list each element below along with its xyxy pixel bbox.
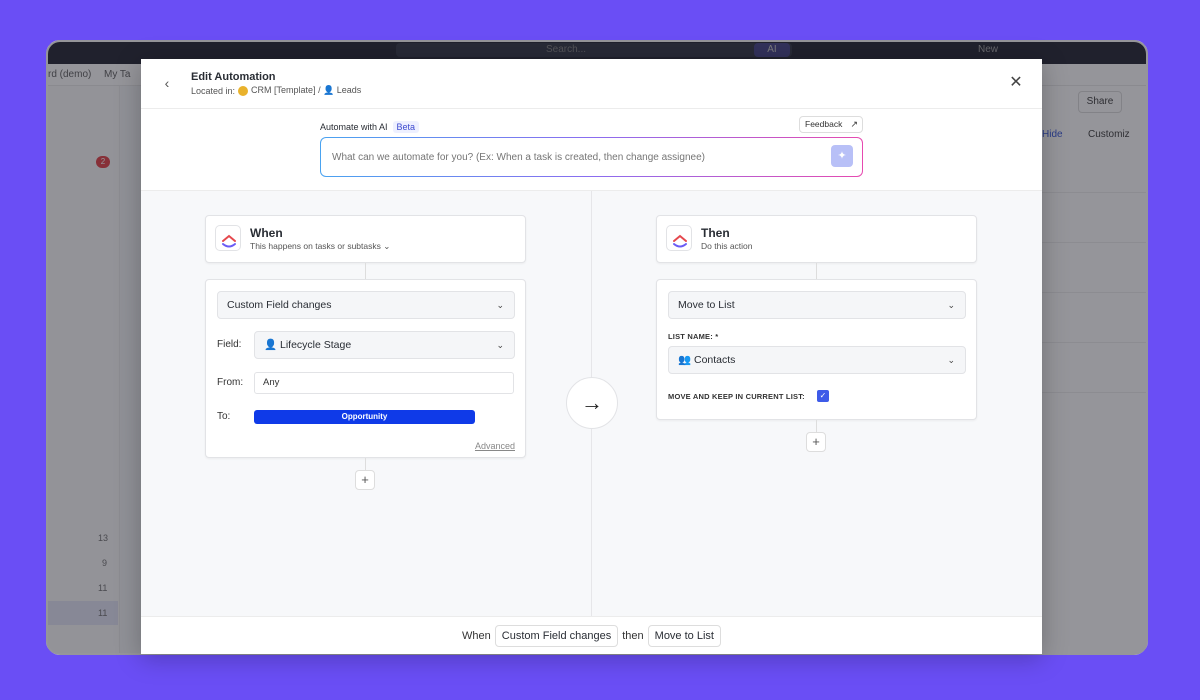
chevron-down-icon: ⌄ [496, 300, 504, 310]
clickup-logo-icon [666, 225, 692, 251]
when-header-card[interactable]: When This happens on tasks or subtasks ⌄ [205, 215, 526, 263]
connector-line [365, 263, 366, 279]
location-prefix: Located in: [191, 85, 236, 96]
beta-badge: Beta [392, 121, 420, 133]
summary-then: then [622, 629, 644, 642]
from-input[interactable]: Any [254, 372, 514, 394]
to-status-pill[interactable]: Opportunity [254, 410, 475, 424]
list-value: 👥 Contacts [678, 354, 736, 366]
edit-automation-modal: ‹ Edit Automation Located in: CRM [Templ… [141, 59, 1042, 654]
automation-summary: When Custom Field changes then Move to L… [141, 616, 1042, 654]
keep-in-list-label: MOVE AND KEEP IN CURRENT LIST: [668, 392, 805, 401]
when-subtitle-text: This happens on tasks or subtasks [250, 241, 381, 251]
then-subtitle: Do this action [701, 241, 753, 251]
checkmark-icon: ✓ [819, 391, 827, 400]
list-select[interactable]: 👥 Contacts ⌄ [668, 346, 966, 374]
ai-input-frame [320, 137, 863, 177]
trigger-value: Custom Field changes [227, 299, 332, 311]
plus-icon: + [812, 434, 820, 449]
advanced-link[interactable]: Advanced [475, 441, 515, 451]
chevron-down-icon: ⌄ [947, 300, 955, 310]
close-icon: ✕ [1009, 74, 1023, 91]
modal-header: ‹ Edit Automation Located in: CRM [Templ… [141, 59, 1042, 109]
ai-section: Automate with AI Beta Feedback ↗ ✦ [141, 109, 1042, 191]
list-name-label: LIST NAME: * [668, 332, 719, 341]
to-label: To: [217, 411, 231, 422]
close-button[interactable]: ✕ [1008, 75, 1024, 91]
chevron-down-icon: ⌄ [383, 241, 391, 251]
summary-action-chip[interactable]: Move to List [647, 624, 721, 647]
modal-title: Edit Automation [191, 71, 276, 83]
keep-in-list-checkbox[interactable]: ✓ [817, 390, 829, 402]
then-title: Then [701, 226, 730, 240]
action-value: Move to List [678, 299, 735, 311]
external-link-icon: ↗ [850, 119, 858, 129]
crm-space-icon [238, 85, 249, 96]
location-path[interactable]: CRM [Template] / 👤 Leads [251, 85, 361, 96]
field-select[interactable]: 👤 Lifecycle Stage ⌄ [254, 331, 515, 359]
when-title: When [250, 226, 283, 240]
when-subtitle[interactable]: This happens on tasks or subtasks ⌄ [250, 241, 390, 252]
add-condition-button[interactable]: + [355, 470, 375, 490]
ai-label: Automate with AI [320, 122, 388, 132]
ai-prompt-input[interactable] [321, 138, 862, 176]
summary-trigger-chip[interactable]: Custom Field changes [494, 624, 619, 647]
feedback-button[interactable]: Feedback ↗ [799, 116, 863, 133]
clickup-logo-icon [215, 225, 241, 251]
when-body-card: Custom Field changes ⌄ Field: 👤 Lifecycl… [205, 279, 526, 458]
ai-label-row: Automate with AI Beta [320, 121, 420, 133]
back-button[interactable]: ‹ [159, 75, 175, 91]
connector-line [816, 263, 817, 279]
summary-when: When [462, 629, 491, 642]
automation-canvas: When This happens on tasks or subtasks ⌄… [141, 191, 1042, 616]
chevron-left-icon: ‹ [164, 75, 170, 91]
chevron-down-icon: ⌄ [496, 340, 504, 350]
connector-line [365, 458, 366, 470]
then-body-card: Move to List ⌄ LIST NAME: * 👥 Contacts ⌄… [656, 279, 977, 420]
location-breadcrumb: Located in: CRM [Template] / 👤 Leads [191, 85, 361, 96]
add-action-button[interactable]: + [806, 432, 826, 452]
from-label: From: [217, 377, 244, 388]
connector-line [816, 420, 817, 432]
chevron-down-icon: ⌄ [947, 355, 955, 365]
action-select[interactable]: Move to List ⌄ [668, 291, 966, 319]
then-header-card[interactable]: Then Do this action [656, 215, 977, 263]
feedback-label: Feedback [805, 119, 843, 129]
field-value: 👤 Lifecycle Stage [264, 339, 352, 351]
field-label: Field: [217, 339, 242, 350]
sparkle-icon[interactable]: ✦ [831, 145, 853, 167]
plus-icon: + [361, 472, 369, 487]
trigger-select[interactable]: Custom Field changes ⌄ [217, 291, 515, 319]
arrow-right-icon: → [566, 377, 618, 429]
